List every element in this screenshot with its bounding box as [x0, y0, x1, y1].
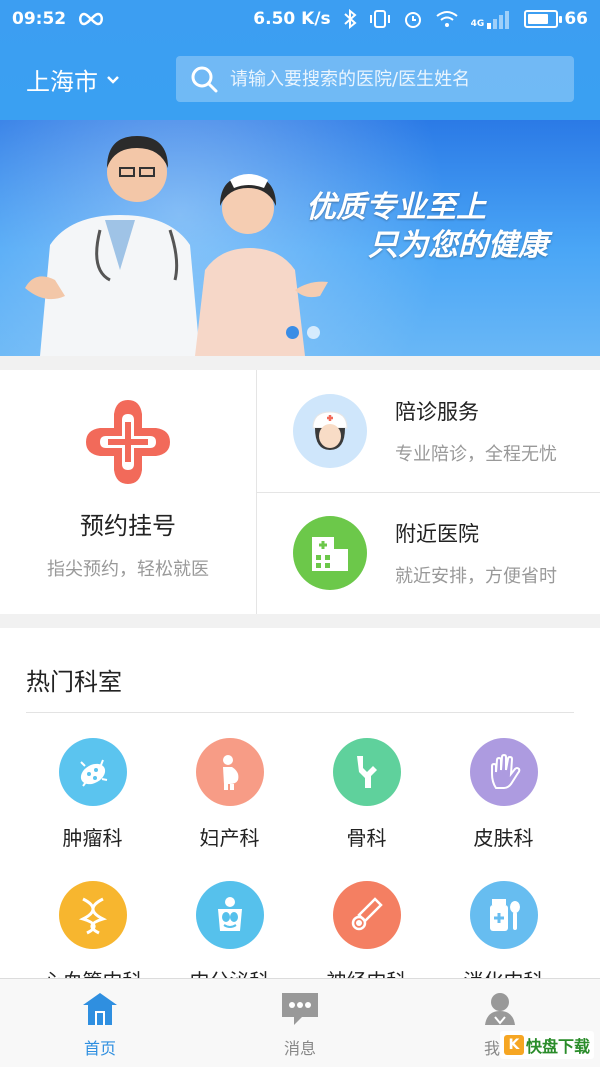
medicine-bottle-icon [469, 881, 538, 949]
pregnant-icon [195, 738, 264, 806]
department-gastroenterology[interactable]: 消化内科 [435, 881, 572, 978]
nearby-hospital-card[interactable]: 附近医院 就近安排，方便省时 [257, 491, 600, 615]
red-cross-icon [86, 400, 170, 484]
search-bar[interactable] [176, 56, 574, 102]
department-grid: 肿瘤科 妇产科 骨科 皮肤科 心血管内科 [0, 738, 600, 978]
escort-service-title: 陪诊服务 [395, 399, 479, 424]
network-type: 4G [470, 19, 485, 29]
carousel-dot[interactable] [307, 326, 320, 339]
alarm-icon [404, 12, 421, 28]
department-label: 妇产科 [199, 826, 260, 850]
department-label: 神经内科 [327, 965, 407, 978]
tab-label: 消息 [283, 1039, 316, 1058]
section-title: 热门科室 [26, 668, 122, 696]
promo-banner[interactable]: 优质专业至上 只为您的健康 [0, 120, 600, 356]
search-icon [191, 66, 218, 93]
battery-level: 66 [564, 9, 588, 29]
nearby-hospital-title: 附近医院 [395, 522, 479, 547]
vibrate-icon [369, 10, 390, 28]
battery-indicator: 66 [524, 9, 588, 29]
wifi-icon [436, 11, 458, 27]
watermark-text: 快盘下载 [525, 1037, 590, 1056]
banner-slogan-2: 只为您的健康 [368, 228, 548, 263]
bluetooth-icon [344, 9, 357, 29]
department-obstetrics[interactable]: 妇产科 [161, 738, 298, 851]
message-icon [282, 993, 318, 1025]
status-speed: 6.50 K/s [253, 9, 331, 29]
department-cardiology[interactable]: 心血管内科 [24, 881, 161, 978]
infinity-icon [79, 12, 104, 26]
home-icon [83, 993, 117, 1025]
department-label: 消化内科 [464, 965, 544, 978]
appointment-title: 预约挂号 [80, 512, 176, 540]
department-neurology[interactable]: 神经内科 [298, 881, 435, 978]
appointment-subtitle: 指尖预约，轻松就医 [47, 559, 209, 580]
city-selector[interactable]: 上海市 [26, 62, 120, 97]
watermark-logo: K 快盘下载 [499, 1031, 594, 1059]
status-bar: 09:52 6.50 K/s 4G 66 [0, 0, 600, 38]
department-oncology[interactable]: 肿瘤科 [24, 738, 161, 851]
body-organs-icon [195, 881, 264, 949]
profile-icon [485, 993, 515, 1025]
carousel-dot[interactable] [286, 326, 299, 339]
department-label: 皮肤科 [473, 826, 534, 850]
battery-icon [524, 10, 563, 28]
bone-icon [332, 738, 401, 806]
services-panel: 预约挂号 指尖预约，轻松就医 陪诊服务 专业陪诊，全程无忧 附近医院 就近安排，… [0, 370, 600, 614]
city-label: 上海市 [26, 68, 98, 96]
virus-icon [58, 738, 127, 806]
dna-icon [58, 881, 127, 949]
doctor-nurse-illustration [25, 136, 328, 356]
hospital-building-icon [293, 516, 367, 591]
search-input[interactable] [230, 68, 560, 90]
tab-messages[interactable]: 消息 [200, 979, 400, 1067]
department-dermatology[interactable]: 皮肤科 [435, 738, 572, 851]
department-label: 肿瘤科 [62, 826, 123, 850]
hand-icon [469, 738, 538, 806]
thermometer-icon [332, 881, 401, 949]
status-time: 09:52 [12, 9, 67, 29]
chevron-down-icon [107, 75, 119, 84]
tab-home[interactable]: 首页 [0, 979, 200, 1067]
department-label: 骨科 [346, 826, 387, 850]
carousel-indicator [286, 326, 320, 339]
watermark-k-icon: K [503, 1035, 524, 1055]
escort-service-subtitle: 专业陪诊，全程无忧 [395, 443, 557, 465]
nearby-hospital-subtitle: 就近安排，方便省时 [395, 566, 557, 588]
header: 09:52 6.50 K/s 4G 66 上海市 [0, 0, 600, 120]
department-label: 心血管内科 [43, 965, 143, 978]
signal-icon [487, 11, 510, 29]
escort-service-card[interactable]: 陪诊服务 专业陪诊，全程无忧 [257, 370, 600, 492]
appointment-card[interactable]: 预约挂号 指尖预约，轻松就医 [0, 370, 257, 614]
department-label: 内分泌科 [190, 965, 270, 978]
department-endocrinology[interactable]: 内分泌科 [161, 881, 298, 978]
divider [26, 712, 574, 713]
nurse-icon [293, 393, 367, 468]
tab-label: 首页 [83, 1039, 116, 1058]
department-orthopedics[interactable]: 骨科 [298, 738, 435, 851]
hot-departments-section: 热门科室 肿瘤科 妇产科 骨科 皮肤科 [0, 628, 600, 978]
